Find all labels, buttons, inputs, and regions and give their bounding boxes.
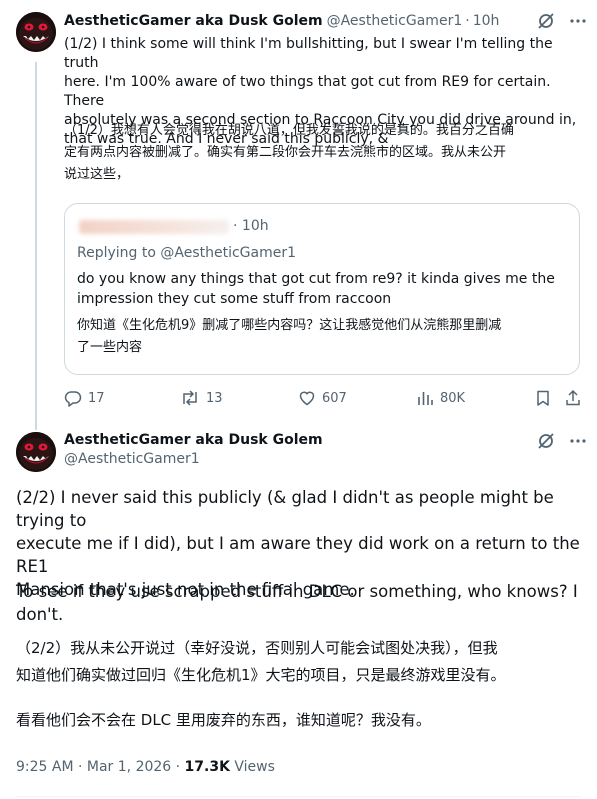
share-button[interactable] [564, 389, 582, 407]
translation-line: （2/2）我从未公开说过（幸好没说，否则别人可能会试图处决我），但我 [16, 639, 498, 657]
quoted-time-row: · 10h [233, 218, 269, 234]
tweet1-header: AestheticGamer aka Dusk Golem @Aesthetic… [64, 13, 499, 29]
avatar-monster-image [16, 12, 56, 52]
quoted-translation: 你知道《生化危机9》删减了哪些内容吗？这让我感觉他们从浣熊那里删减 了一些内容 [77, 315, 572, 359]
like-icon [298, 389, 316, 407]
author-handle[interactable]: @AestheticGamer1 [327, 13, 463, 29]
quoted-time[interactable]: 10h [242, 218, 269, 234]
tweet2-text-2: To see if they use scrapped stuff in DLC… [16, 580, 588, 626]
views-icon [416, 389, 434, 407]
author-name[interactable]: AestheticGamer aka Dusk Golem [64, 432, 323, 448]
grok-icon[interactable] [537, 432, 555, 454]
reply-count: 17 [88, 390, 105, 406]
reply-button[interactable]: 17 [64, 389, 105, 407]
author-name[interactable]: AestheticGamer aka Dusk Golem [64, 13, 323, 29]
thread-connector-line [35, 62, 37, 430]
repost-count: 13 [206, 390, 223, 406]
translation-line: 说过这些， [64, 167, 130, 182]
tweet2-author-block: AestheticGamer aka Dusk Golem @Aesthetic… [64, 432, 323, 467]
quoted-text-line: do you know any things that got cut from… [77, 271, 555, 287]
avatar[interactable] [16, 432, 56, 472]
bookmark-icon [534, 389, 552, 407]
tweet-timestamp-row: 9:25 AM · Mar 1, 2026 · 17.3K Views [16, 759, 275, 775]
like-button[interactable]: 607 [298, 389, 347, 407]
like-count: 607 [322, 390, 347, 406]
views-count: 17.3K [184, 759, 230, 775]
replying-to[interactable]: Replying to @AestheticGamer1 [77, 245, 296, 261]
tweet-text-line: (2/2) I never said this publicly (& glad… [16, 488, 554, 530]
translation-line: 看看他们会不会在 DLC 里用废弃的东西，谁知道呢？我没有。 [16, 711, 431, 729]
tweet-text-line: here. I'm 100% aware of two things that … [64, 74, 551, 109]
quoted-text: do you know any things that got cut from… [77, 269, 572, 309]
quoted-tweet-card[interactable]: · 10h Replying to @AestheticGamer1 do yo… [64, 203, 580, 375]
bookmark-button[interactable] [534, 389, 552, 407]
separator-dot: · [233, 218, 238, 234]
repost-icon [180, 389, 200, 407]
divider [16, 796, 581, 797]
quoted-text-line: impression they cut some stuff from racc… [77, 291, 392, 307]
grok-icon[interactable] [537, 12, 555, 34]
tweet2-translation-2: 看看他们会不会在 DLC 里用废弃的东西，谁知道呢？我没有。 [16, 707, 588, 734]
tweet-text-line: don't. [16, 605, 64, 624]
author-handle[interactable]: @AestheticGamer1 [64, 451, 323, 467]
tweet2-translation: （2/2）我从未公开说过（幸好没说，否则别人可能会试图处决我），但我 知道他们确… [16, 635, 588, 689]
translation-line: （1/2）我想有人会觉得我在胡说八道，但我发誓我说的是真的。我百分之百确 [64, 123, 514, 138]
translation-line: 知道他们确实做过回归《生化危机1》大宅的项目，只是最终游戏里没有。 [16, 666, 506, 684]
quoted-translation-line: 你知道《生化危机9》删减了哪些内容吗？这让我感觉他们从浣熊那里删减 [77, 318, 502, 333]
tweet1-top-actions [537, 12, 587, 34]
blurred-author [79, 220, 229, 234]
tweet2-top-actions [537, 432, 587, 454]
share-icon [564, 389, 582, 407]
tweet-text-line: (1/2) I think some will think I'm bullsh… [64, 36, 553, 71]
separator-dot: · [465, 13, 470, 29]
tweet-text-line: execute me if I did), but I am aware the… [16, 534, 580, 576]
tweet1-translation: （1/2）我想有人会觉得我在胡说八道，但我发誓我说的是真的。我百分之百确 定有两… [64, 120, 589, 186]
quoted-translation-line: 了一些内容 [77, 340, 143, 355]
translation-line: 定有两点内容被删减了。确实有第二段你会开车去浣熊市的区域。我从未公开 [64, 145, 507, 160]
tweet-time[interactable]: 10h [473, 13, 500, 29]
views-count: 80K [440, 390, 466, 406]
tweet-text-line: To see if they use scrapped stuff in DLC… [16, 582, 578, 601]
views-label: Views [229, 759, 275, 775]
tweet-timestamp[interactable]: 9:25 AM · Mar 1, 2026 · [16, 759, 185, 775]
reply-icon [64, 389, 82, 407]
more-icon[interactable] [569, 12, 587, 34]
views-button[interactable]: 80K [416, 389, 465, 407]
repost-button[interactable]: 13 [180, 389, 223, 407]
avatar[interactable] [16, 12, 56, 52]
tweet1-action-bar: 17 13 607 80K [64, 389, 584, 409]
more-icon[interactable] [569, 432, 587, 454]
avatar-monster-image [16, 432, 56, 472]
